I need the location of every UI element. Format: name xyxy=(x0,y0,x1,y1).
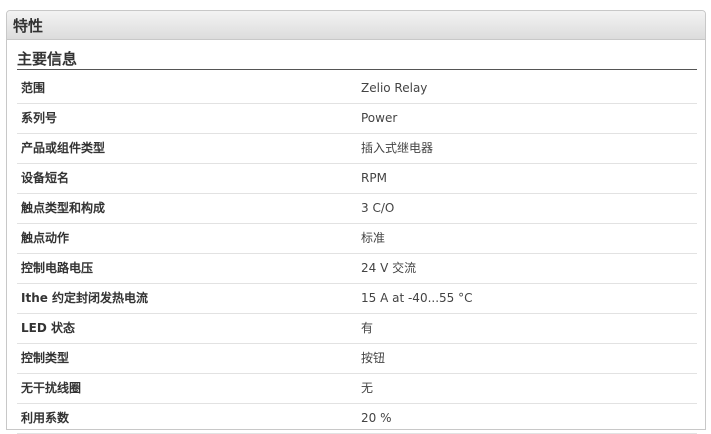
spec-value: Power xyxy=(361,111,398,125)
spec-label: 范围 xyxy=(21,81,46,95)
spec-row: 范围 Zelio Relay xyxy=(17,74,697,104)
spec-row: 系列号 Power xyxy=(17,104,697,134)
spec-value: 有 xyxy=(361,321,374,335)
spec-value: RPM xyxy=(361,171,387,185)
spec-label: 控制电路电压 xyxy=(21,261,94,275)
section-title: 主要信息 xyxy=(17,49,697,70)
spec-table: 范围 Zelio Relay 系列号 Power 产品或组件类型 插入式继电器设备短名 RP… xyxy=(17,74,697,434)
spec-value: 3 C/O xyxy=(361,201,395,215)
spec-label: 利用系数 xyxy=(21,411,70,425)
spec-label: 触点动作 xyxy=(21,231,70,245)
spec-value: 无 xyxy=(361,381,374,395)
spec-label: 控制类型 xyxy=(21,351,70,365)
spec-value: 20 % xyxy=(361,411,392,425)
spec-label: 无干扰线圈 xyxy=(21,381,82,395)
spec-row: 产品或组件类型 插入式继电器 xyxy=(17,134,697,164)
spec-value: Zelio Relay xyxy=(361,81,428,95)
spec-value: 24 V 交流 xyxy=(361,261,417,275)
spec-row: 控制类型 按钮 xyxy=(17,344,697,374)
spec-row: 控制电路电压 24 V 交流 xyxy=(17,254,697,284)
spec-value: 按钮 xyxy=(361,351,386,365)
characteristics-panel: 特性 主要信息 范围 Zelio Relay 系列号 Power 产品或组件类型 插入式继… xyxy=(6,10,706,434)
panel-title: 特性 xyxy=(13,16,44,35)
spec-label: 产品或组件类型 xyxy=(21,141,106,155)
spec-row: Ithe 约定封闭发热电流 15 A at -40...55 °C xyxy=(17,284,697,314)
spec-label: 设备短名 xyxy=(21,171,70,185)
main-info-section: 主要信息 范围 Zelio Relay 系列号 Power 产品或组件类型 插入式继电器设… xyxy=(17,49,697,434)
spec-label: Ithe 约定封闭发热电流 xyxy=(21,291,149,305)
spec-row: 触点动作 标准 xyxy=(17,224,697,254)
spec-row: 设备短名 RPM xyxy=(17,164,697,194)
spec-row: 无干扰线圈 无 xyxy=(17,374,697,404)
spec-value: 插入式继电器 xyxy=(361,141,434,155)
spec-value: 标准 xyxy=(361,231,386,245)
spec-row: 利用系数 20 % xyxy=(17,404,697,434)
spec-label: 系列号 xyxy=(21,111,58,125)
spec-row: LED 状态 有 xyxy=(17,314,697,344)
spec-label: LED 状态 xyxy=(21,321,75,335)
panel-header: 特性 xyxy=(7,11,705,40)
spec-value: 15 A at -40...55 °C xyxy=(361,291,473,305)
spec-label: 触点类型和构成 xyxy=(21,201,106,215)
spec-row: 触点类型和构成 3 C/O xyxy=(17,194,697,224)
